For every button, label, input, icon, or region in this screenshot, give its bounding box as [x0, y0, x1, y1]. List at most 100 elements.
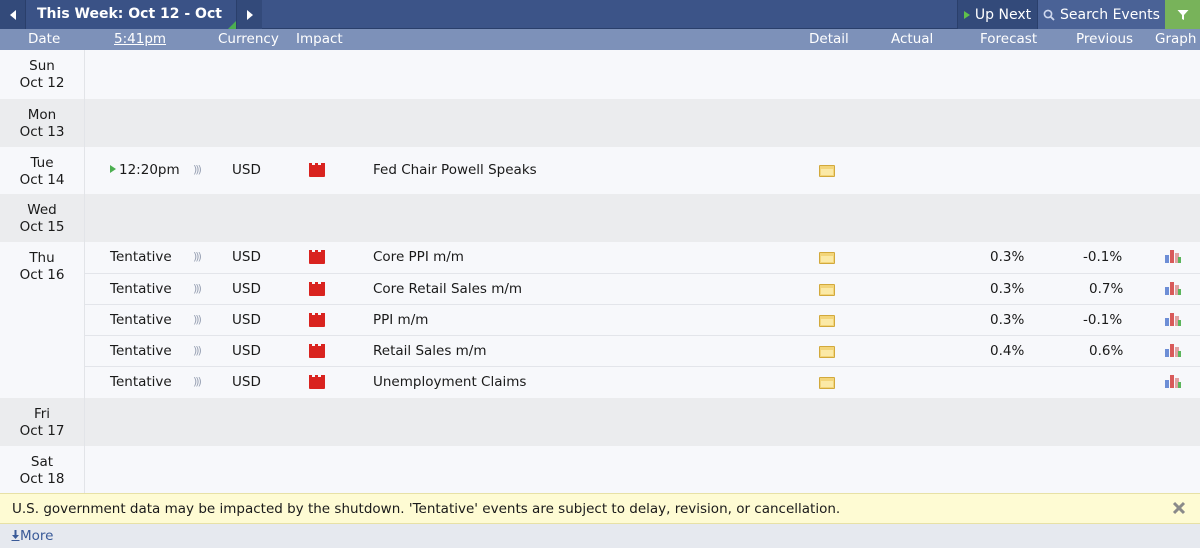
sound-icon[interactable]: ))) — [193, 282, 202, 295]
bar-chart-icon[interactable] — [1164, 280, 1182, 300]
header-date: Date — [28, 31, 61, 47]
date-cell: Sat Oct 18 — [0, 446, 85, 493]
arrow-right-icon — [246, 9, 253, 20]
up-next-button[interactable]: Up Next — [957, 0, 1037, 29]
event-row[interactable]: Tentative ))) USD Core Retail Sales m/m … — [85, 273, 1200, 304]
notice-text: U.S. government data may be impacted by … — [12, 501, 841, 517]
event-row[interactable]: 12:20pm ))) USD Fed Chair Powell Speaks — [85, 155, 1200, 186]
event-currency: USD — [232, 249, 261, 265]
event-time: Tentative — [110, 249, 172, 265]
event-forecast: 0.4% — [990, 343, 1025, 359]
day-of-week: Sun — [29, 58, 55, 74]
high-impact-icon — [309, 344, 325, 358]
day-row-fri: Fri Oct 17 — [0, 398, 1200, 446]
event-currency: USD — [232, 281, 261, 297]
event-forecast: 0.3% — [990, 249, 1025, 265]
header-forecast: Forecast — [980, 31, 1038, 47]
high-impact-icon — [309, 163, 325, 177]
event-time: 12:20pm — [110, 162, 180, 178]
sound-icon[interactable]: ))) — [193, 163, 202, 176]
day-of-week: Fri — [33, 406, 51, 422]
day-of-week: Thu — [29, 250, 55, 266]
next-week-button[interactable] — [236, 0, 262, 29]
date-cell: Mon Oct 13 — [0, 99, 85, 147]
day-of-week: Tue — [30, 155, 54, 171]
event-title[interactable]: Fed Chair Powell Speaks — [373, 162, 537, 178]
event-row[interactable]: Tentative ))) USD Unemployment Claims — [85, 366, 1200, 397]
high-impact-icon — [309, 282, 325, 296]
sound-icon[interactable]: ))) — [193, 313, 202, 326]
date-cell: Thu Oct 16 — [0, 242, 85, 398]
day-row-sat: Sat Oct 18 — [0, 446, 1200, 493]
event-title[interactable]: Core Retail Sales m/m — [373, 281, 522, 297]
event-previous: 0.7% — [1089, 281, 1124, 297]
event-title[interactable]: Core PPI m/m — [373, 249, 464, 265]
more-link[interactable]: More — [11, 528, 53, 544]
event-title[interactable]: Retail Sales m/m — [373, 343, 487, 359]
bar-chart-icon[interactable] — [1164, 342, 1182, 362]
event-title[interactable]: PPI m/m — [373, 312, 428, 328]
detail-folder-icon[interactable] — [819, 315, 835, 327]
close-icon[interactable] — [1171, 500, 1187, 516]
header-previous: Previous — [1076, 31, 1134, 47]
detail-folder-icon[interactable] — [819, 165, 835, 177]
previous-week-button[interactable] — [0, 0, 26, 29]
current-week-marker — [228, 21, 236, 29]
week-title[interactable]: This Week: Oct 12 - Oct 18 — [26, 0, 236, 51]
event-forecast: 0.3% — [990, 312, 1025, 328]
filter-icon — [1177, 9, 1188, 20]
high-impact-icon — [309, 250, 325, 264]
header-actual: Actual — [891, 31, 934, 47]
bar-chart-icon[interactable] — [1164, 373, 1182, 393]
header-currency: Currency — [218, 31, 279, 47]
event-row[interactable]: Tentative ))) USD PPI m/m 0.3% -0.1% — [85, 304, 1200, 335]
event-row[interactable]: Tentative ))) USD Core PPI m/m 0.3% -0.1… — [85, 242, 1200, 273]
day-row-tue: Tue Oct 14 12:20pm ))) USD Fed Chair Pow… — [0, 147, 1200, 194]
high-impact-icon — [309, 375, 325, 389]
day-row-thu: Thu Oct 16 Tentative ))) USD Core PPI m/… — [0, 242, 1200, 398]
filter-button[interactable] — [1165, 0, 1200, 29]
day-of-week: Sat — [30, 454, 54, 470]
sound-icon[interactable]: ))) — [193, 344, 202, 357]
sound-icon[interactable]: ))) — [193, 250, 202, 263]
search-events-button[interactable]: Search Events — [1037, 0, 1165, 29]
detail-folder-icon[interactable] — [819, 377, 835, 389]
date-cell: Tue Oct 14 — [0, 147, 85, 194]
day-row-sun: Sun Oct 12 — [0, 50, 1200, 99]
sound-icon[interactable]: ))) — [193, 375, 202, 388]
event-currency: USD — [232, 374, 261, 390]
header-graph: Graph — [1155, 31, 1197, 47]
footer-bar: More — [0, 524, 1200, 548]
detail-folder-icon[interactable] — [819, 346, 835, 358]
calendar-toolbar: This Week: Oct 12 - Oct 18 Up Next Searc… — [0, 0, 1200, 51]
event-previous: -0.1% — [1083, 312, 1123, 328]
table-header: Date 5:41pm Currency Impact Detail Actua… — [0, 29, 1200, 50]
event-currency: USD — [232, 312, 261, 328]
day-date: Oct 17 — [19, 423, 65, 439]
header-detail: Detail — [809, 31, 849, 47]
header-impact: Impact — [296, 31, 343, 47]
up-next-label: Up Next — [974, 6, 1032, 23]
event-title[interactable]: Unemployment Claims — [373, 374, 526, 390]
day-row-mon: Mon Oct 13 — [0, 99, 1200, 147]
event-row[interactable]: Tentative ))) USD Retail Sales m/m 0.4% … — [85, 335, 1200, 366]
event-previous: 0.6% — [1089, 343, 1124, 359]
event-forecast: 0.3% — [990, 281, 1025, 297]
event-currency: USD — [232, 162, 261, 178]
day-date: Oct 15 — [19, 219, 65, 235]
event-previous: -0.1% — [1083, 249, 1123, 265]
detail-folder-icon[interactable] — [819, 284, 835, 296]
bar-chart-icon[interactable] — [1164, 311, 1182, 331]
detail-folder-icon[interactable] — [819, 252, 835, 264]
header-time-link[interactable]: 5:41pm — [114, 31, 166, 47]
search-icon — [1043, 9, 1055, 21]
shutdown-notice: U.S. government data may be impacted by … — [0, 493, 1200, 524]
download-arrow-icon — [11, 530, 20, 541]
event-time: Tentative — [110, 312, 172, 328]
day-date: Oct 14 — [19, 172, 65, 188]
event-time: Tentative — [110, 343, 172, 359]
arrow-left-icon — [9, 9, 16, 20]
upcoming-icon — [110, 165, 116, 173]
bar-chart-icon[interactable] — [1164, 248, 1182, 268]
day-date: Oct 13 — [19, 124, 65, 140]
